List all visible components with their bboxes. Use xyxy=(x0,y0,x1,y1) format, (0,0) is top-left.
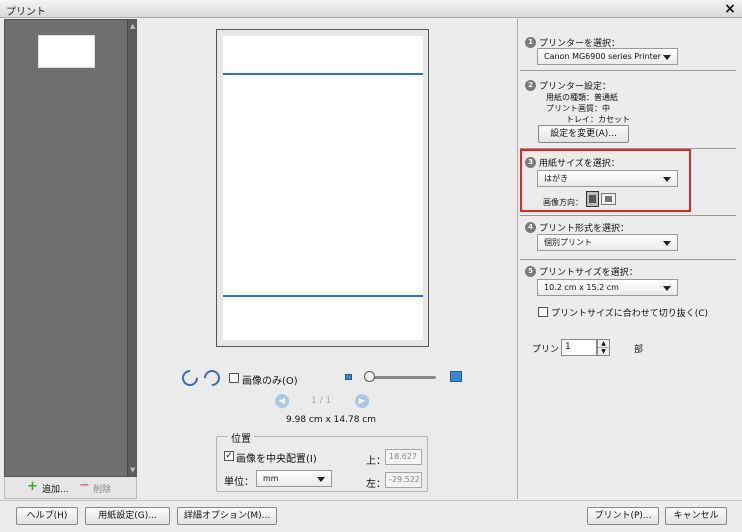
crop-to-fit-label: プリントサイズに合わせて切り抜く(C) xyxy=(551,309,709,319)
printer-settings-header: プリンター設定： xyxy=(539,82,612,92)
step-1-icon: 1 xyxy=(525,37,536,48)
cancel-button[interactable]: キャンセル xyxy=(665,507,727,525)
scroll-down-icon[interactable]: ▼ xyxy=(130,466,135,474)
printer-select-value: Canon MG6900 series Printer xyxy=(544,52,661,61)
left-offset-field[interactable]: -29.522 xyxy=(385,472,422,488)
next-page-icon[interactable]: ▶ xyxy=(355,394,369,408)
top-offset-field[interactable]: 18.627 xyxy=(385,449,422,465)
remove-icon[interactable]: − xyxy=(79,478,90,493)
copies-field[interactable]: 1 xyxy=(561,339,597,356)
step-2-icon: 2 xyxy=(525,80,536,91)
chevron-down-icon xyxy=(663,177,671,182)
step-3-icon: 3 xyxy=(525,157,536,168)
previous-page-icon[interactable]: ◀ xyxy=(275,394,289,408)
remove-button[interactable]: 削除 xyxy=(93,482,111,495)
thumbnail-actions: + 追加... − 削除 xyxy=(4,477,137,499)
center-image-checkbox[interactable] xyxy=(224,451,234,461)
divider xyxy=(520,215,736,216)
paper-size-select-value: はがき xyxy=(544,174,568,183)
print-format-select-value: 個別プリント xyxy=(544,238,592,247)
chevron-down-icon xyxy=(663,241,671,246)
copies-unit: 部 xyxy=(634,345,644,355)
chevron-down-icon xyxy=(663,55,671,60)
preview-page xyxy=(223,36,423,340)
help-button[interactable]: ヘルプ(H) xyxy=(16,507,78,525)
photo-thumbnail[interactable] xyxy=(38,35,95,68)
print-quality-text: プリント画質：中 xyxy=(546,104,610,113)
orientation-label: 画像方向： xyxy=(543,198,583,207)
step-5-icon: 5 xyxy=(525,266,536,277)
paper-type-text: 用紙の種類：普通紙 xyxy=(546,93,618,102)
chevron-down-icon xyxy=(663,286,671,291)
zoom-slider[interactable] xyxy=(368,376,436,379)
title-bar: プリント × xyxy=(0,0,742,18)
position-group-title: 位置 xyxy=(228,430,254,445)
zoom-in-icon[interactable] xyxy=(450,371,462,382)
center-image-label: 画像を中央配置(I) xyxy=(236,454,317,465)
print-size-select-value: 10.2 cm x 15.2 cm xyxy=(544,283,619,292)
portrait-orientation-icon[interactable] xyxy=(586,191,599,207)
divider xyxy=(520,70,736,71)
image-only-label: 画像のみ(O) xyxy=(242,376,298,387)
top-offset-label: 上： xyxy=(366,456,386,467)
image-only-checkbox[interactable] xyxy=(229,373,239,383)
crop-guide-top xyxy=(223,73,423,75)
select-print-format-header: プリント形式を選択： xyxy=(539,224,630,234)
printer-select[interactable]: Canon MG6900 series Printer xyxy=(537,48,678,65)
add-button[interactable]: 追加... xyxy=(42,482,69,495)
add-icon[interactable]: + xyxy=(27,479,38,494)
chevron-down-icon xyxy=(317,477,325,482)
paper-size-select[interactable]: はがき xyxy=(537,170,678,187)
left-offset-label: 左： xyxy=(366,479,386,490)
thumbnail-scrollbar[interactable]: ▲ ▼ xyxy=(127,20,137,476)
page-setup-button[interactable]: 用紙設定(G)... xyxy=(85,507,170,525)
tray-text: トレイ：カセット xyxy=(566,115,630,124)
more-options-button[interactable]: 詳細オプション(M)... xyxy=(177,507,277,525)
landscape-orientation-icon[interactable] xyxy=(601,193,616,205)
crop-guide-bottom xyxy=(223,295,423,297)
copies-stepper[interactable]: ▲ ▼ xyxy=(597,339,610,356)
select-paper-size-header: 用紙サイズを選択： xyxy=(539,159,620,169)
preview-dimensions: 9.98 cm x 14.78 cm xyxy=(286,415,377,425)
unit-label: 単位： xyxy=(224,477,254,488)
zoom-out-icon[interactable] xyxy=(345,374,352,380)
thumbnail-panel: ▲ ▼ xyxy=(4,19,137,477)
step-4-icon: 4 xyxy=(525,222,536,233)
page-indicator: 1 / 1 xyxy=(311,396,332,406)
scroll-up-icon[interactable]: ▲ xyxy=(130,22,135,30)
divider xyxy=(520,259,736,260)
change-settings-button[interactable]: 設定を変更(A)... xyxy=(538,125,629,143)
unit-select[interactable]: mm xyxy=(256,470,332,487)
print-button[interactable]: プリント(P)... xyxy=(587,507,659,525)
increment-icon[interactable]: ▲ xyxy=(598,340,609,348)
print-size-select[interactable]: 10.2 cm x 15.2 cm xyxy=(537,279,678,296)
select-print-size-header: プリントサイズを選択： xyxy=(539,268,638,278)
crop-to-fit-checkbox[interactable] xyxy=(538,307,548,317)
print-preview xyxy=(216,29,429,347)
close-icon[interactable]: × xyxy=(722,1,738,17)
unit-select-value: mm xyxy=(263,474,279,483)
zoom-slider-handle[interactable] xyxy=(364,371,375,382)
print-format-select[interactable]: 個別プリント xyxy=(537,234,678,251)
window-title: プリント xyxy=(6,7,46,18)
decrement-icon[interactable]: ▼ xyxy=(598,348,609,355)
